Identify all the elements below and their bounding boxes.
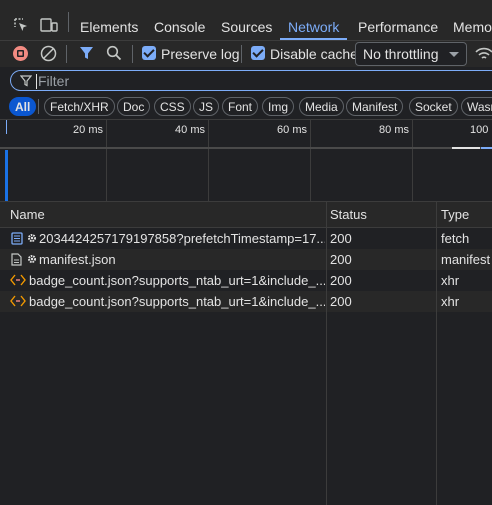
column-header-status[interactable]: Status — [330, 207, 367, 222]
request-type: manifest — [441, 252, 491, 267]
type-filter-js[interactable]: JS — [193, 97, 220, 116]
network-overview-timeline[interactable]: 20 ms 40 ms 60 ms 80 ms 100 — [0, 119, 492, 201]
gear-icon — [27, 254, 37, 264]
column-divider[interactable] — [436, 201, 437, 505]
tab-network[interactable]: Network — [280, 0, 348, 40]
document-icon — [11, 232, 23, 245]
timeline-request-bar — [481, 147, 492, 149]
disable-cache-label[interactable]: Disable cache — [270, 46, 358, 62]
timeline-tick-label: 80 ms — [379, 124, 409, 136]
filter-input[interactable]: Filter — [10, 70, 492, 91]
clear-icon[interactable] — [40, 45, 57, 62]
gear-icon — [27, 233, 37, 243]
type-filter-socket[interactable]: Socket — [409, 97, 458, 116]
timeline-gridline — [412, 120, 413, 201]
column-divider[interactable] — [326, 201, 327, 505]
request-row[interactable]: badge_count.json?supports_ntab_urt=1&inc… — [0, 270, 492, 291]
type-filter-wasm[interactable]: Wasr — [461, 97, 492, 116]
timeline-tick-label: 100 — [470, 124, 489, 136]
request-row[interactable]: 2034424257179197858?prefetchTimestamp=17… — [0, 228, 492, 249]
type-filter-manifest[interactable]: Manifest — [346, 97, 404, 116]
preserve-log-label[interactable]: Preserve log — [161, 46, 240, 62]
timeline-gridline — [310, 120, 311, 201]
stop-recording-icon[interactable] — [12, 45, 29, 62]
file-icon — [11, 253, 22, 266]
request-name: badge_count.json?supports_ntab_urt=1&inc… — [29, 294, 325, 309]
device-toolbar-icon[interactable] — [40, 17, 58, 33]
text-cursor — [36, 74, 37, 89]
inspect-element-icon[interactable] — [13, 17, 29, 33]
type-filter-media[interactable]: Media — [299, 97, 344, 116]
request-table-header: Name Status Type — [0, 201, 492, 228]
toolbar-divider — [66, 45, 67, 63]
chip-divider — [38, 99, 39, 114]
timeline-gridline — [106, 120, 107, 201]
timeline-tick-label: 60 ms — [277, 124, 307, 136]
column-header-type[interactable]: Type — [441, 207, 469, 222]
throttling-select[interactable]: No throttling — [355, 42, 467, 66]
timeline-dom-marker — [5, 150, 8, 201]
request-name: manifest.json — [39, 252, 116, 267]
type-filter-fetch-xhr[interactable]: Fetch/XHR — [44, 97, 115, 116]
request-status: 200 — [330, 231, 352, 246]
search-icon[interactable] — [106, 45, 122, 61]
timeline-tick-label: 20 ms — [73, 124, 103, 136]
request-name: badge_count.json?supports_ntab_urt=1&inc… — [29, 273, 325, 288]
network-toolbar: Preserve log Disable cache No throttling — [0, 41, 492, 67]
type-filter-font[interactable]: Font — [222, 97, 259, 116]
preserve-log-checkbox[interactable] — [142, 46, 156, 60]
tab-bar-divider — [68, 12, 69, 32]
xhr-icon — [10, 273, 26, 287]
throttling-value: No throttling — [363, 46, 439, 62]
tab-elements[interactable]: Elements — [80, 0, 138, 40]
timeline-divider — [0, 147, 492, 149]
request-row[interactable]: badge_count.json?supports_ntab_urt=1&inc… — [0, 291, 492, 312]
type-filter-all[interactable]: All — [9, 97, 37, 116]
request-status: 200 — [330, 252, 352, 267]
disable-cache-checkbox[interactable] — [251, 46, 265, 60]
timeline-gridline — [208, 120, 209, 201]
request-type: fetch — [441, 231, 470, 246]
filter-funnel-icon — [20, 75, 32, 87]
request-type: xhr — [441, 294, 460, 309]
column-header-name[interactable]: Name — [10, 207, 45, 222]
tab-memory[interactable]: Memor — [453, 0, 492, 40]
tab-performance[interactable]: Performance — [358, 0, 438, 40]
network-conditions-icon[interactable] — [475, 46, 492, 62]
request-row[interactable]: manifest.json 200 manifest — [0, 249, 492, 270]
timeline-tick-label: 40 ms — [175, 124, 205, 136]
toolbar-divider — [241, 45, 242, 63]
timeline-request-bar — [452, 147, 480, 149]
request-name: 2034424257179197858?prefetchTimestamp=17… — [39, 231, 325, 246]
request-status: 200 — [330, 273, 352, 288]
request-status: 200 — [330, 294, 352, 309]
xhr-icon — [10, 294, 26, 308]
tab-console[interactable]: Console — [154, 0, 205, 40]
type-filter-css[interactable]: CSS — [154, 97, 191, 116]
tab-sources[interactable]: Sources — [221, 0, 272, 40]
filter-funnel-icon[interactable] — [79, 46, 94, 61]
devtools-tab-bar: Elements Console Sources Network Perform… — [0, 0, 492, 41]
toolbar-divider — [132, 45, 133, 63]
chevron-down-icon — [449, 52, 459, 57]
type-filter-img[interactable]: Img — [262, 97, 295, 116]
timeline-start-marker — [6, 120, 7, 134]
request-type: xhr — [441, 273, 460, 288]
filter-placeholder: Filter — [38, 73, 70, 89]
type-filter-doc[interactable]: Doc — [117, 97, 151, 116]
